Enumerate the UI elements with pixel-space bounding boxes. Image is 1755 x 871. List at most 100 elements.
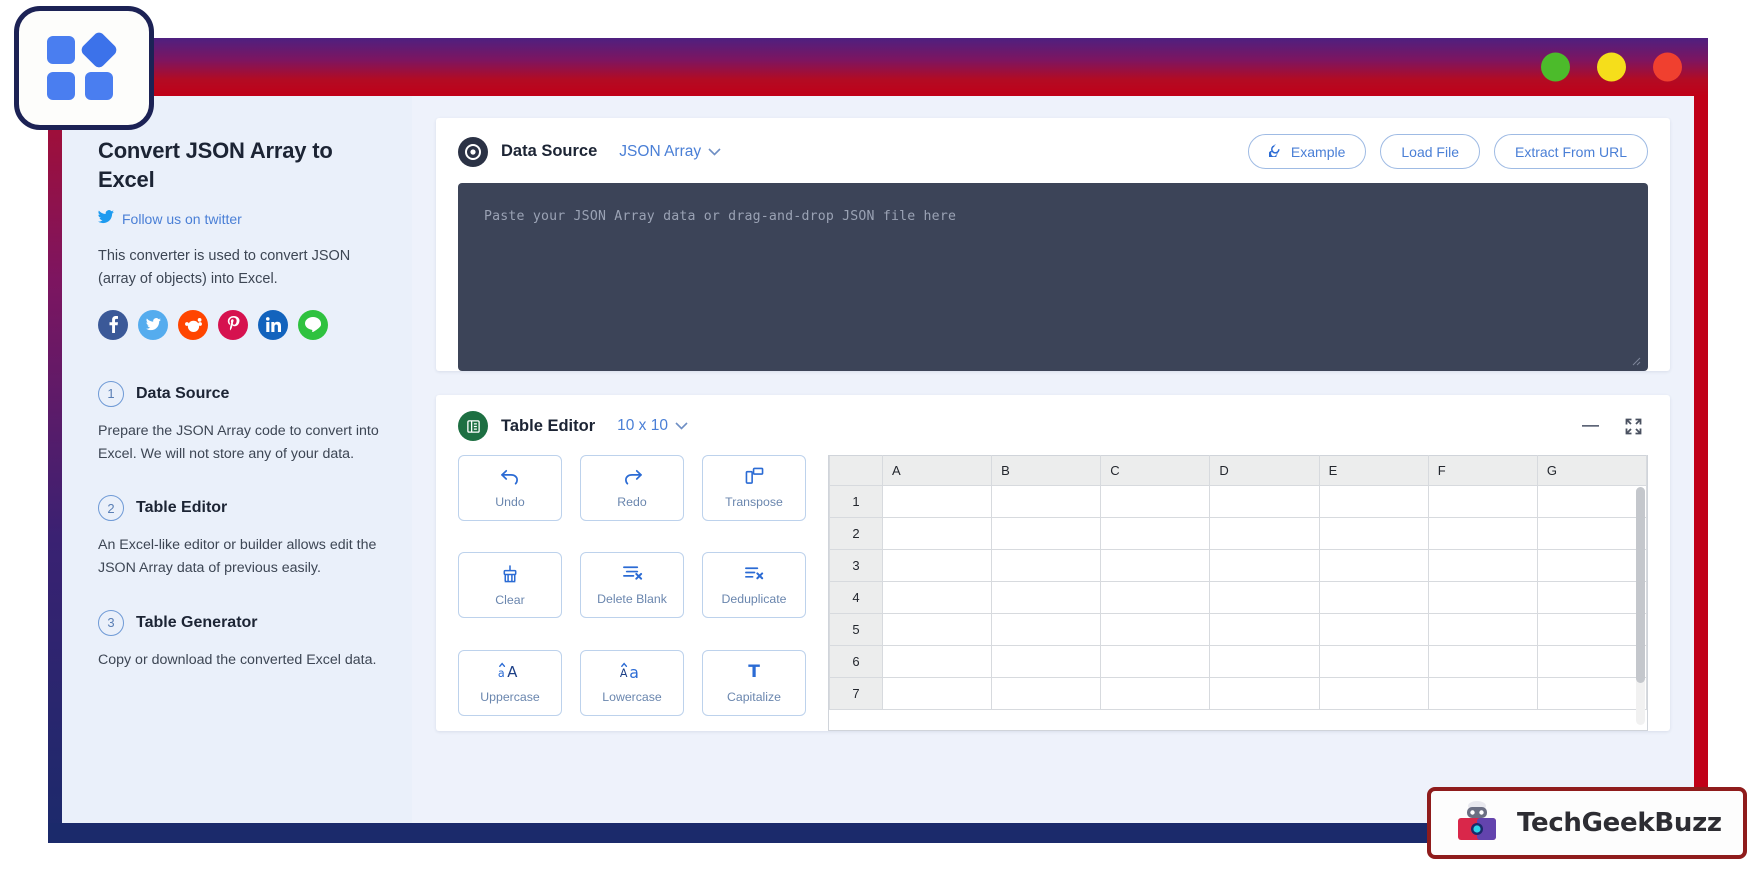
cell-D3[interactable] — [1209, 549, 1320, 582]
row-header-2[interactable]: 2 — [829, 517, 883, 550]
cell-A4[interactable] — [881, 581, 993, 614]
cell-E7[interactable] — [1318, 677, 1429, 710]
cell-E2[interactable] — [1318, 517, 1429, 550]
row-header-1[interactable]: 1 — [829, 485, 883, 518]
cell-C5[interactable] — [1100, 613, 1211, 646]
cell-B5[interactable] — [991, 613, 1102, 646]
cell-F4[interactable] — [1427, 581, 1538, 614]
linkedin-icon[interactable] — [258, 309, 288, 340]
cell-E6[interactable] — [1318, 645, 1429, 678]
load-file-button[interactable]: Load File — [1380, 134, 1480, 169]
twitter-follow-link[interactable]: Follow us on twitter — [98, 210, 386, 228]
row-header-3[interactable]: 3 — [829, 549, 883, 582]
cell-G6[interactable] — [1536, 645, 1647, 678]
row-header-5[interactable]: 5 — [829, 613, 883, 646]
row-header-6[interactable]: 6 — [829, 645, 883, 678]
cell-B6[interactable] — [991, 645, 1102, 678]
spreadsheet-vertical-scrollbar[interactable] — [1636, 487, 1645, 725]
transpose-button[interactable]: Transpose — [702, 455, 806, 521]
cell-C6[interactable] — [1100, 645, 1211, 678]
cell-B1[interactable] — [991, 485, 1102, 518]
column-header-a[interactable]: A — [881, 455, 993, 486]
minimize-button[interactable] — [1541, 52, 1570, 82]
column-header-b[interactable]: B — [991, 455, 1102, 486]
social-share-row — [98, 309, 386, 340]
delete-blank-button[interactable]: Delete Blank — [580, 552, 684, 619]
row-header-4[interactable]: 4 — [829, 581, 883, 614]
table-size-select[interactable]: 10 x 10 — [617, 417, 688, 435]
cell-C3[interactable] — [1100, 549, 1211, 582]
row-header-7[interactable]: 7 — [829, 677, 883, 710]
json-input-area[interactable]: Paste your JSON Array data or drag-and-d… — [458, 183, 1648, 371]
column-header-d[interactable]: D — [1209, 455, 1320, 486]
cell-G1[interactable] — [1536, 485, 1647, 518]
expand-panel-icon[interactable] — [1625, 418, 1642, 435]
cell-C2[interactable] — [1100, 517, 1211, 550]
cell-G4[interactable] — [1536, 581, 1647, 614]
cell-A5[interactable] — [881, 613, 993, 646]
data-source-actions: Example Load File Extract From URL — [1247, 134, 1648, 169]
cell-G5[interactable] — [1536, 613, 1647, 646]
data-source-format-select[interactable]: JSON Array — [619, 143, 721, 161]
column-header-g[interactable]: G — [1536, 455, 1647, 486]
cell-D2[interactable] — [1209, 517, 1320, 550]
deduplicate-button[interactable]: Deduplicate — [702, 552, 806, 619]
redo-button[interactable]: Redo — [580, 455, 684, 521]
minimize-panel-icon[interactable] — [1582, 424, 1599, 428]
uppercase-button[interactable]: a A Uppercase — [458, 649, 562, 716]
lowercase-button[interactable]: A a Lowercase — [580, 649, 684, 716]
example-button[interactable]: Example — [1247, 134, 1367, 169]
cell-F3[interactable] — [1427, 549, 1538, 582]
cell-C1[interactable] — [1100, 485, 1211, 518]
cell-A3[interactable] — [881, 549, 993, 582]
cell-G7[interactable] — [1536, 677, 1647, 710]
clear-button[interactable]: Clear — [458, 552, 562, 619]
pinterest-icon[interactable] — [218, 309, 248, 340]
resize-handle[interactable] — [1631, 356, 1641, 366]
cell-F5[interactable] — [1427, 613, 1538, 646]
cell-B3[interactable] — [991, 549, 1102, 582]
step-title: Data Source — [136, 384, 230, 402]
cell-F7[interactable] — [1427, 677, 1538, 710]
json-input-placeholder: Paste your JSON Array data or drag-and-d… — [484, 209, 957, 224]
cell-C7[interactable] — [1100, 677, 1211, 710]
cell-D5[interactable] — [1209, 613, 1320, 646]
cell-A7[interactable] — [881, 677, 993, 710]
cell-E3[interactable] — [1318, 549, 1429, 582]
cell-B2[interactable] — [991, 517, 1102, 550]
cell-D1[interactable] — [1209, 485, 1320, 518]
cell-B7[interactable] — [991, 677, 1102, 710]
cell-G2[interactable] — [1536, 517, 1647, 550]
cell-F2[interactable] — [1427, 517, 1538, 550]
select-all-corner[interactable] — [829, 455, 883, 486]
cell-A1[interactable] — [881, 485, 993, 518]
maximize-button[interactable] — [1597, 52, 1626, 82]
cell-F1[interactable] — [1427, 485, 1538, 518]
reddit-icon[interactable] — [178, 309, 208, 340]
column-header-e[interactable]: E — [1318, 455, 1429, 486]
cell-E5[interactable] — [1318, 613, 1429, 646]
cell-D4[interactable] — [1209, 581, 1320, 614]
cell-A2[interactable] — [881, 517, 993, 550]
window-right-edge — [1694, 96, 1708, 843]
cell-F6[interactable] — [1427, 645, 1538, 678]
cell-E4[interactable] — [1318, 581, 1429, 614]
scrollbar-thumb[interactable] — [1636, 487, 1645, 683]
cell-D6[interactable] — [1209, 645, 1320, 678]
undo-button[interactable]: Undo — [458, 455, 562, 521]
extract-from-url-button[interactable]: Extract From URL — [1493, 134, 1648, 169]
capitalize-button[interactable]: T Capitalize — [702, 649, 806, 716]
cell-C4[interactable] — [1100, 581, 1211, 614]
twitter-share-icon[interactable] — [138, 309, 168, 340]
spreadsheet[interactable]: ABCDEFG 1234567 — [828, 455, 1648, 731]
line-chat-icon[interactable] — [298, 309, 328, 340]
close-button[interactable] — [1653, 52, 1682, 82]
cell-E1[interactable] — [1318, 485, 1429, 518]
column-header-c[interactable]: C — [1100, 455, 1211, 486]
column-header-f[interactable]: F — [1427, 455, 1538, 486]
facebook-icon[interactable] — [98, 309, 128, 340]
cell-B4[interactable] — [991, 581, 1102, 614]
cell-A6[interactable] — [881, 645, 993, 678]
cell-G3[interactable] — [1536, 549, 1647, 582]
cell-D7[interactable] — [1209, 677, 1320, 710]
